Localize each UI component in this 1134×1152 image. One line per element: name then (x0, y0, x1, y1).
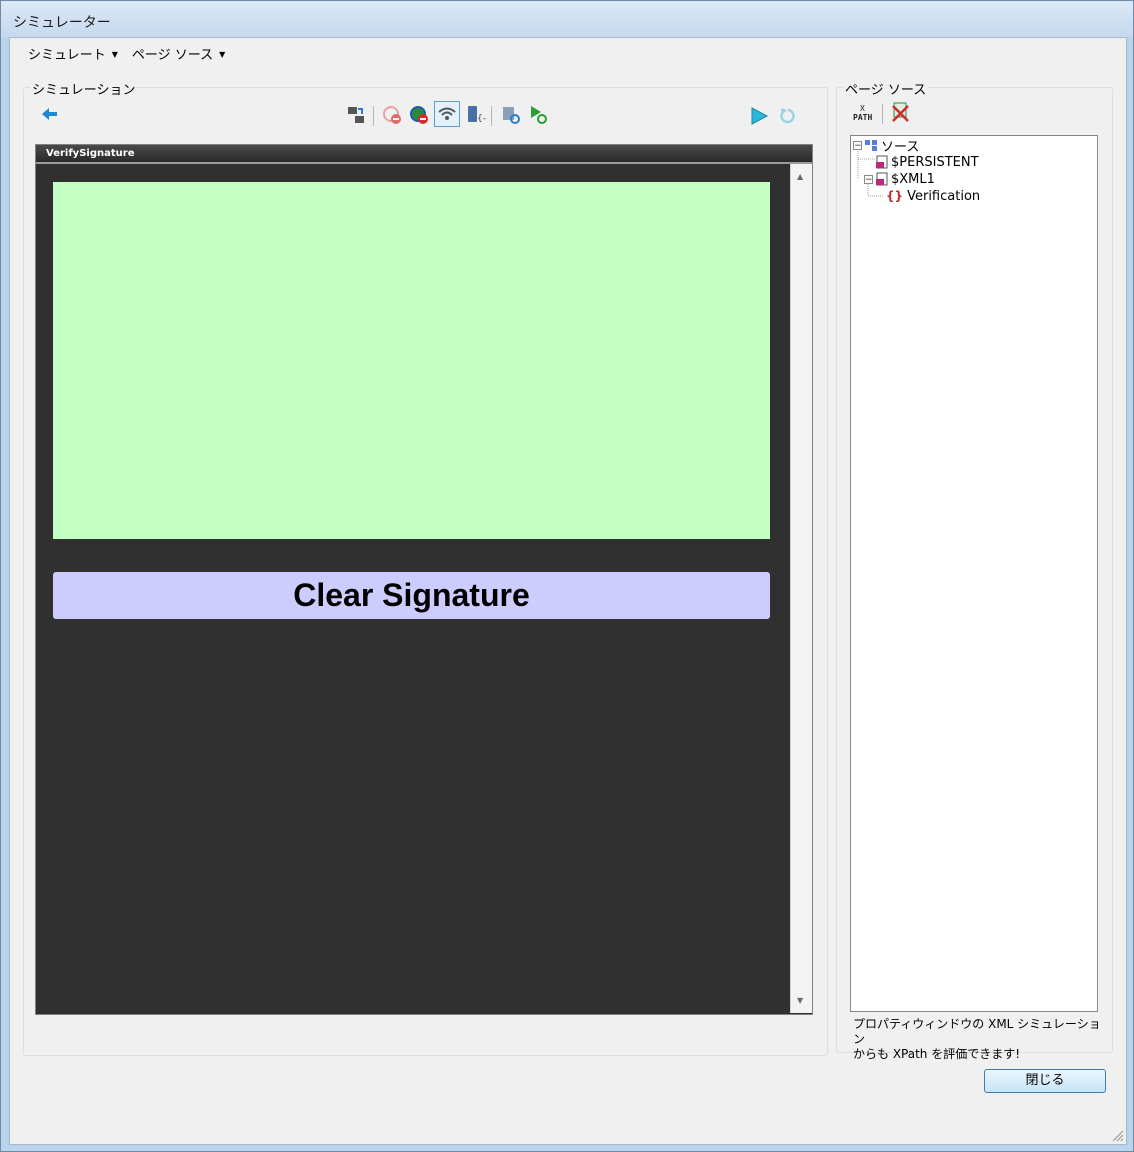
hint-line-1: プロパティウィンドウの XML シミュレーション (853, 1017, 1101, 1046)
tree-guides (857, 151, 884, 197)
window-title: シミュレーター (13, 15, 111, 31)
scroll-up-icon[interactable]: ▲ (797, 172, 803, 181)
toolbar-separator (373, 106, 374, 126)
simulator-window: シミュレーター シミュレート ▼ ページ ソース ▼ シミュレーション {-} (0, 0, 1134, 1152)
wifi-icon[interactable] (434, 101, 460, 127)
menu-simulate-label: シミュレート (28, 48, 106, 63)
simulation-group-label: シミュレーション (30, 79, 138, 98)
chevron-down-icon: ▼ (111, 50, 118, 59)
signature-area[interactable] (53, 182, 770, 539)
hint-line-2: からも XPath を評価できます! (853, 1047, 1021, 1061)
globe-block-icon[interactable] (408, 104, 430, 126)
page-source-tree: − ソース $PERSISTENT − $XML1 {} Verificatio… (850, 135, 1098, 1012)
svg-text:{-}: {-} (477, 114, 486, 124)
page-source-group-label: ページ ソース (843, 79, 929, 98)
device-title: VerifySignature (36, 145, 812, 162)
scroll-down-icon[interactable]: ▼ (797, 996, 803, 1005)
chevron-down-icon: ▼ (219, 50, 226, 59)
xpath-icon-bottom: PATH (853, 113, 872, 122)
device-screen: VerifySignature Clear Signature ▲ ▼ (35, 144, 813, 1015)
run-refresh-icon[interactable] (528, 104, 550, 126)
refresh-data-icon[interactable] (501, 104, 523, 126)
device-title-divider (36, 162, 812, 164)
tree-item-verification[interactable]: {} Verification (886, 188, 980, 204)
back-arrow-icon[interactable] (39, 103, 61, 125)
clear-source-icon[interactable] (890, 101, 912, 123)
menu-simulate[interactable]: シミュレート ▼ (28, 44, 118, 63)
clear-signature-button[interactable]: Clear Signature (53, 572, 770, 619)
device-scrollbar[interactable]: ▲ ▼ (790, 164, 812, 1013)
tree-item-label: $XML1 (891, 171, 935, 187)
play-icon[interactable] (748, 105, 770, 127)
toolbar-separator (882, 104, 883, 124)
tree-item-label: $PERSISTENT (891, 154, 979, 170)
client-area: シミュレート ▼ ページ ソース ▼ シミュレーション {-} (9, 37, 1127, 1145)
switch-device-icon[interactable] (345, 104, 367, 126)
menu-bar: シミュレート ▼ ページ ソース ▼ (28, 44, 226, 63)
menu-page-source-label: ページ ソース (131, 48, 214, 63)
close-button[interactable]: 閉じる (984, 1069, 1106, 1093)
menu-page-source[interactable]: ページ ソース ▼ (131, 44, 226, 63)
reset-icon[interactable] (777, 105, 799, 127)
xpath-icon[interactable]: X PATH (853, 102, 875, 124)
tree-item-label: Verification (907, 188, 981, 204)
title-bar[interactable]: シミュレーター (1, 1, 1133, 37)
resize-grip-icon[interactable] (1110, 1128, 1124, 1142)
xpath-hint: プロパティウィンドウの XML シミュレーション からも XPath を評価でき… (853, 1017, 1103, 1062)
disabled-stop-icon[interactable] (381, 104, 403, 126)
xpath-icon-top: X (860, 104, 865, 113)
toolbar-separator (491, 106, 492, 126)
device-script-icon[interactable]: {-} (465, 104, 487, 126)
